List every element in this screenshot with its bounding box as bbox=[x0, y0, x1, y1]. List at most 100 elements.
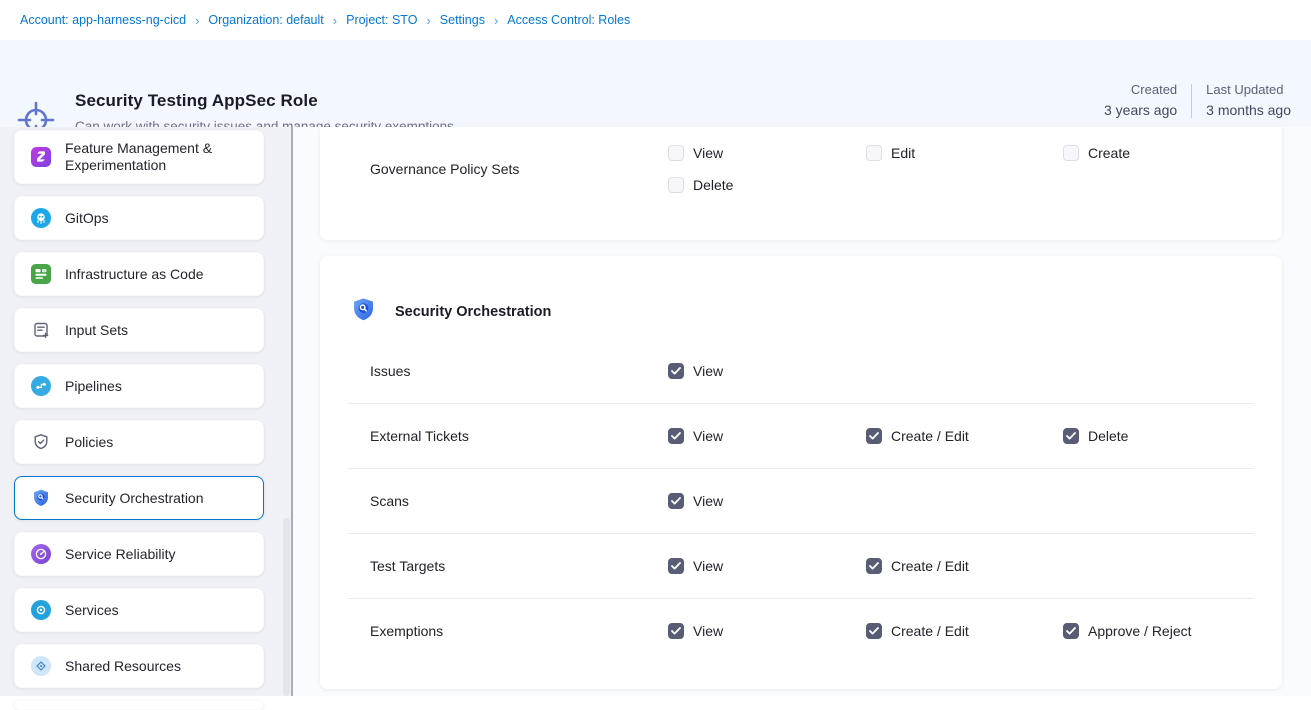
sidebar-item-shared-resources[interactable]: Shared Resources bbox=[14, 644, 264, 688]
checkbox-view[interactable] bbox=[668, 558, 684, 574]
breadcrumb-account[interactable]: Account: app-harness-ng-cicd bbox=[20, 13, 186, 27]
checkbox-view[interactable] bbox=[668, 623, 684, 639]
policies-icon bbox=[31, 432, 51, 452]
sidebar-item-label: Shared Resources bbox=[65, 658, 181, 675]
role-meta: Created 3 years ago Last Updated 3 month… bbox=[1104, 82, 1291, 118]
permission-view[interactable]: View bbox=[668, 623, 866, 639]
sidebar-item-label: Infrastructure as Code bbox=[65, 266, 204, 283]
breadcrumb-organization[interactable]: Organization: default bbox=[208, 13, 323, 27]
checkbox-delete[interactable] bbox=[668, 177, 684, 193]
pipelines-icon bbox=[31, 376, 51, 396]
last-updated-label: Last Updated bbox=[1206, 82, 1291, 97]
checkbox-create-edit[interactable] bbox=[866, 623, 882, 639]
permission-create-edit[interactable]: Create / Edit bbox=[866, 558, 1063, 574]
breadcrumb-project[interactable]: Project: STO bbox=[346, 13, 417, 27]
sidebar-item-label: Input Sets bbox=[65, 322, 128, 339]
permission-delete[interactable]: Delete bbox=[668, 177, 866, 193]
checkbox-create[interactable] bbox=[1063, 145, 1079, 161]
checkbox-view[interactable] bbox=[668, 145, 684, 161]
breadcrumb: Account: app-harness-ng-cicd › Organizat… bbox=[0, 0, 1311, 40]
permission-label: View bbox=[693, 558, 723, 574]
permission-label: Approve / Reject bbox=[1088, 623, 1192, 639]
permission-row-issues: Issues View bbox=[348, 338, 1254, 403]
sidebar-item-label: Policies bbox=[65, 434, 113, 451]
permission-view[interactable]: View bbox=[668, 363, 866, 379]
sidebar-item-service-reliability[interactable]: Service Reliability bbox=[14, 532, 264, 576]
sidebar-scrollbar-track bbox=[291, 127, 293, 696]
shared-resources-icon bbox=[31, 656, 51, 676]
checkbox-view[interactable] bbox=[668, 363, 684, 379]
permission-row-scans: Scans View bbox=[348, 468, 1254, 533]
sidebar-scrollbar-thumb[interactable] bbox=[283, 518, 290, 696]
section-title: Security Orchestration bbox=[395, 304, 551, 320]
section-header: Security Orchestration bbox=[320, 256, 1282, 338]
page-header: Security Testing AppSec Role Can work wi… bbox=[0, 40, 1311, 127]
sidebar-item-label: Security Orchestration bbox=[65, 490, 204, 507]
security-orchestration-card: Security Orchestration Issues View Exter… bbox=[320, 256, 1282, 689]
resource-label-scans: Scans bbox=[370, 493, 668, 509]
resource-label-exemptions: Exemptions bbox=[370, 623, 668, 639]
services-icon bbox=[31, 600, 51, 620]
permission-create-edit[interactable]: Create / Edit bbox=[866, 428, 1063, 444]
sidebar-item-label: Services bbox=[65, 602, 119, 619]
checkbox-approve-reject[interactable] bbox=[1063, 623, 1079, 639]
permission-label: Create / Edit bbox=[891, 428, 969, 444]
sidebar-item-partial[interactable] bbox=[14, 700, 264, 710]
sidebar-item-services[interactable]: Services bbox=[14, 588, 264, 632]
iac-icon bbox=[31, 264, 51, 284]
breadcrumb-access-control-roles[interactable]: Access Control: Roles bbox=[507, 13, 630, 27]
breadcrumb-separator: › bbox=[333, 13, 337, 28]
governance-permissions-card: Governance Policy Sets View Edit Create bbox=[320, 127, 1282, 240]
sidebar-item-policies[interactable]: Policies bbox=[14, 420, 264, 464]
breadcrumb-separator: › bbox=[195, 13, 199, 28]
checkbox-edit[interactable] bbox=[866, 145, 882, 161]
permission-label: View bbox=[693, 493, 723, 509]
checkbox-delete[interactable] bbox=[1063, 428, 1079, 444]
permission-view[interactable]: View bbox=[668, 428, 866, 444]
permission-label: View bbox=[693, 428, 723, 444]
breadcrumb-separator: › bbox=[494, 13, 498, 28]
sidebar-item-label: Feature Management & Experimentation bbox=[65, 140, 251, 174]
resource-label-issues: Issues bbox=[370, 363, 668, 379]
permission-approve-reject[interactable]: Approve / Reject bbox=[1063, 623, 1254, 639]
input-sets-icon bbox=[31, 320, 51, 340]
security-orchestration-shield-icon bbox=[350, 296, 377, 328]
sidebar-item-pipelines[interactable]: Pipelines bbox=[14, 364, 264, 408]
permission-label: Create / Edit bbox=[891, 558, 969, 574]
sidebar-item-gitops[interactable]: GitOps bbox=[14, 196, 264, 240]
created-value: 3 years ago bbox=[1104, 102, 1177, 118]
permission-label: Delete bbox=[693, 177, 733, 193]
sidebar-item-input-sets[interactable]: Input Sets bbox=[14, 308, 264, 352]
sidebar-item-security-orchestration[interactable]: Security Orchestration bbox=[14, 476, 264, 520]
resource-label-test-targets: Test Targets bbox=[370, 558, 668, 574]
checkbox-view[interactable] bbox=[668, 428, 684, 444]
permission-label: Edit bbox=[891, 145, 915, 161]
fme-icon bbox=[31, 147, 51, 167]
meta-divider bbox=[1191, 84, 1192, 118]
permission-row-external-tickets: External Tickets View Create / Edit Dele… bbox=[348, 403, 1254, 468]
page-title: Security Testing AppSec Role bbox=[75, 91, 318, 111]
permission-edit[interactable]: Edit bbox=[866, 145, 1063, 161]
gitops-icon bbox=[31, 208, 51, 228]
created-label: Created bbox=[1131, 82, 1177, 97]
checkbox-create-edit[interactable] bbox=[866, 428, 882, 444]
permission-view[interactable]: View bbox=[668, 558, 866, 574]
permission-create-edit[interactable]: Create / Edit bbox=[866, 623, 1063, 639]
permission-delete[interactable]: Delete bbox=[1063, 428, 1254, 444]
permission-create[interactable]: Create bbox=[1063, 145, 1254, 161]
permission-label: View bbox=[693, 623, 723, 639]
breadcrumb-settings[interactable]: Settings bbox=[440, 13, 485, 27]
permission-view[interactable]: View bbox=[668, 145, 866, 161]
sidebar-item-feature-management[interactable]: Feature Management & Experimentation bbox=[14, 130, 264, 184]
resource-label-external-tickets: External Tickets bbox=[370, 428, 668, 444]
security-orchestration-icon bbox=[31, 488, 51, 508]
sidebar-item-label: Pipelines bbox=[65, 378, 122, 395]
sidebar-item-infrastructure-as-code[interactable]: Infrastructure as Code bbox=[14, 252, 264, 296]
checkbox-create-edit[interactable] bbox=[866, 558, 882, 574]
sidebar-item-label: Service Reliability bbox=[65, 546, 175, 563]
checkbox-view[interactable] bbox=[668, 493, 684, 509]
page-body: Feature Management & Experimentation Git… bbox=[0, 127, 1311, 696]
permission-view[interactable]: View bbox=[668, 493, 866, 509]
permission-label: View bbox=[693, 145, 723, 161]
last-updated-value: 3 months ago bbox=[1206, 102, 1291, 118]
